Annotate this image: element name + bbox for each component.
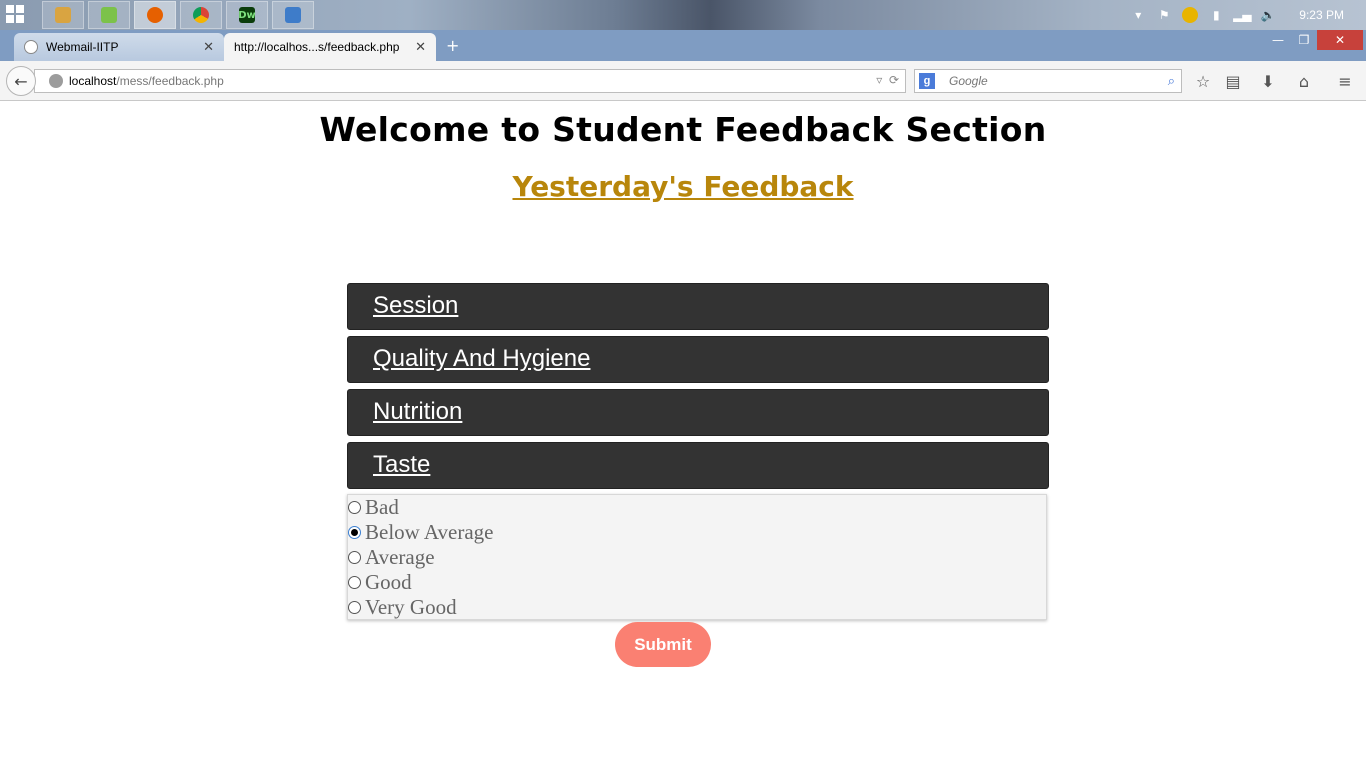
option-very-good[interactable]: Very Good <box>348 595 457 620</box>
tab-label: Webmail-IITP <box>46 40 119 54</box>
radio-below-average[interactable] <box>348 526 361 539</box>
feedback-subtitle-link[interactable]: Yesterday's Feedback <box>0 170 1366 203</box>
bookmark-star-icon[interactable]: ☆ <box>1193 71 1213 91</box>
option-good[interactable]: Good <box>348 570 412 595</box>
clock[interactable]: 9:23 PM <box>1299 8 1344 22</box>
url-bar[interactable]: localhost/mess/feedback.php ▿ ⟳ <box>34 69 906 93</box>
browser-navbar: localhost/mess/feedback.php ▿ ⟳ ← g Goog… <box>0 61 1366 101</box>
tab-webmail[interactable]: Webmail-IITP ✕ <box>14 33 224 61</box>
windows-start-icon[interactable] <box>6 5 26 25</box>
option-label: Bad <box>365 495 399 519</box>
page-content: Welcome to Student Feedback Section Yest… <box>0 102 1366 768</box>
reading-list-icon[interactable]: ▤ <box>1223 71 1243 91</box>
accordion-label[interactable]: Quality And Hygiene <box>373 345 590 373</box>
url-path: /mess/feedback.php <box>116 74 224 88</box>
chevron-up-icon[interactable]: ▾ <box>1130 7 1146 23</box>
google-icon[interactable]: g <box>919 73 935 89</box>
home-icon[interactable]: ⌂ <box>1294 71 1314 91</box>
dreamweaver-icon[interactable]: Dw <box>226 1 268 29</box>
tab-label: http://localhos...s/feedback.php <box>234 40 400 54</box>
restore-icon[interactable]: ❐ <box>1291 30 1317 50</box>
option-label: Good <box>365 570 412 594</box>
option-label: Below Average <box>365 520 494 544</box>
accordion-label[interactable]: Session <box>373 292 458 320</box>
photo-viewer-icon[interactable] <box>272 1 314 29</box>
accordion-taste[interactable]: Taste <box>347 442 1049 489</box>
accordion-label[interactable]: Taste <box>373 451 430 479</box>
radio-average[interactable] <box>348 551 361 564</box>
firefox-icon[interactable] <box>134 1 176 29</box>
option-label: Average <box>365 545 435 569</box>
back-arrow-icon[interactable]: ← <box>6 66 36 96</box>
option-label: Very Good <box>365 595 457 619</box>
radio-very-good[interactable] <box>348 601 361 614</box>
accordion-nutrition[interactable]: Nutrition <box>347 389 1049 436</box>
radio-bad[interactable] <box>348 501 361 514</box>
app-tray-icon[interactable] <box>1182 7 1199 23</box>
accordion-quality-hygiene[interactable]: Quality And Hygiene <box>347 336 1049 383</box>
search-input[interactable]: g Google ⌕ <box>914 69 1182 93</box>
menu-icon[interactable]: ≡ <box>1335 71 1355 91</box>
submit-button[interactable]: Submit <box>615 622 711 667</box>
accordion-label[interactable]: Nutrition <box>373 398 462 426</box>
window-controls: — ❐ ✕ <box>1265 30 1363 50</box>
tab-feedback[interactable]: http://localhos...s/feedback.php ✕ <box>224 33 436 61</box>
window-close-icon[interactable]: ✕ <box>1317 30 1363 50</box>
reload-icon[interactable]: ▿ ⟳ <box>876 73 899 87</box>
new-tab-icon[interactable]: + <box>446 36 459 55</box>
url-host: localhost <box>69 74 117 88</box>
chrome-icon[interactable] <box>180 1 222 29</box>
volume-icon[interactable]: 🔈 <box>1260 7 1276 23</box>
signal-icon[interactable]: ▂▄ <box>1233 7 1251 23</box>
browser-tab-strip: Webmail-IITP ✕ http://localhos...s/feedb… <box>0 30 1366 61</box>
option-below-average[interactable]: Below Average <box>348 520 493 545</box>
close-icon[interactable]: ✕ <box>203 39 214 55</box>
system-tray: ▾ ⚑ ▮ ▂▄ 🔈 9:23 PM <box>1125 0 1366 30</box>
radio-good[interactable] <box>348 576 361 589</box>
option-bad[interactable]: Bad <box>348 495 399 520</box>
webmail-favicon-icon <box>24 40 38 54</box>
windows-taskbar: Dw ▾ ⚑ ▮ ▂▄ 🔈 9:23 PM <box>0 0 1366 30</box>
globe-icon <box>49 74 63 88</box>
search-icon[interactable]: ⌕ <box>1168 73 1175 89</box>
accordion-session[interactable]: Session <box>347 283 1049 330</box>
minimize-icon[interactable]: — <box>1265 30 1291 50</box>
file-explorer-icon[interactable] <box>42 1 84 29</box>
download-icon[interactable]: ⬇ <box>1258 71 1278 91</box>
battery-icon[interactable]: ▮ <box>1208 7 1224 23</box>
flag-icon[interactable]: ⚑ <box>1156 7 1172 23</box>
search-placeholder: Google <box>949 74 988 88</box>
taste-options-panel: Bad Below Average Average Good Very Good <box>347 494 1047 620</box>
option-average[interactable]: Average <box>348 545 435 570</box>
messenger-icon[interactable] <box>88 1 130 29</box>
close-icon[interactable]: ✕ <box>415 39 426 55</box>
page-title: Welcome to Student Feedback Section <box>319 110 1047 149</box>
